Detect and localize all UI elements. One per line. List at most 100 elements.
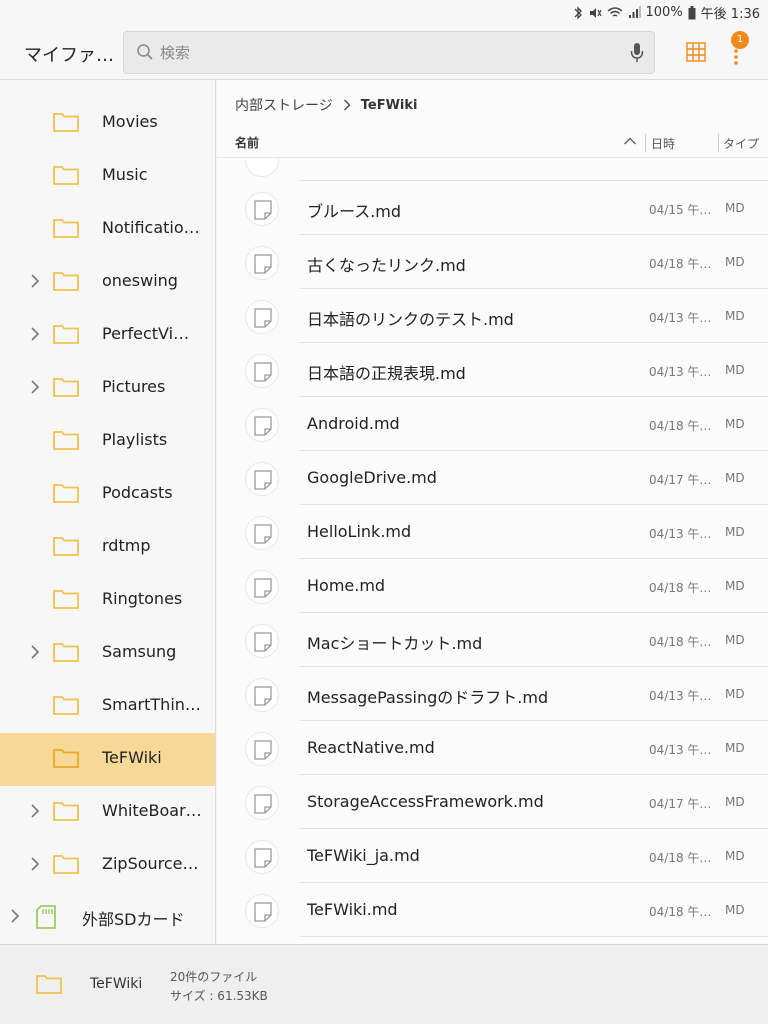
list-item[interactable]: MessagePassingのドラフト.md 04/13 午… MD — [217, 667, 768, 721]
sidebar-item-sd-card[interactable]: 外部SDカード — [0, 891, 215, 944]
column-date[interactable]: 日時 — [651, 135, 675, 152]
file-count: 20件のファイル — [170, 970, 258, 984]
column-divider — [718, 134, 719, 152]
chevron-right-icon[interactable] — [30, 326, 40, 342]
file-date: 04/13 午… — [649, 311, 712, 325]
file-name: Home.md — [307, 576, 386, 595]
folder-icon — [36, 975, 62, 994]
file-list-panel: 内部ストレージ TeFWiki 名前 日時 タイプ ブルース.md 04/15 … — [217, 80, 768, 944]
file-type: MD — [725, 417, 745, 431]
grid-view-icon[interactable] — [686, 42, 706, 62]
file-date: 04/13 午… — [649, 689, 712, 703]
file-date: 04/13 午… — [649, 527, 712, 541]
list-item[interactable]: TeFWiki.md 04/18 午… MD — [217, 883, 768, 937]
list-item[interactable]: 日本語の正規表現.md 04/13 午… MD — [217, 343, 768, 397]
sidebar-item-label: rdtmp — [102, 536, 151, 555]
folder-icon — [53, 166, 79, 185]
folder-icon — [53, 219, 79, 238]
sidebar-item-rdtmp[interactable]: rdtmp — [0, 521, 215, 574]
list-item[interactable]: ブルース.md 04/15 午… MD — [217, 181, 768, 235]
app-title[interactable]: マイファ… — [24, 41, 114, 67]
signal-icon — [628, 6, 641, 18]
column-name[interactable]: 名前 — [235, 134, 259, 151]
file-name: ReactNative.md — [307, 738, 435, 757]
column-header: 名前 日時 タイプ — [217, 128, 768, 158]
folder-icon — [53, 643, 79, 662]
list-item[interactable]: GoogleDrive.md 04/17 午… MD — [217, 451, 768, 505]
wifi-icon — [607, 7, 622, 17]
sidebar-item-smartthings[interactable]: SmartThin… — [0, 680, 215, 733]
file-type: MD — [725, 309, 745, 323]
sd-card-icon — [36, 905, 56, 929]
chevron-right-icon[interactable] — [30, 644, 40, 660]
folder-icon — [53, 272, 79, 291]
sidebar-item-oneswing[interactable]: oneswing — [0, 256, 215, 309]
list-item[interactable]: 日本語のリンクのテスト.md 04/13 午… MD — [217, 289, 768, 343]
search-box[interactable] — [123, 31, 655, 74]
sidebar-item-playlists[interactable]: Playlists — [0, 415, 215, 468]
column-type[interactable]: タイプ — [723, 135, 759, 152]
sidebar-item-tefwiki[interactable]: TeFWiki — [0, 733, 215, 786]
chevron-right-icon[interactable] — [10, 908, 20, 924]
mute-icon — [589, 7, 602, 18]
sidebar-item-podcasts[interactable]: Podcasts — [0, 468, 215, 521]
sidebar-item-movies[interactable]: Movies — [0, 97, 215, 150]
list-item[interactable]: HelloLink.md 04/13 午… MD — [217, 505, 768, 559]
folder-tree-sidebar: Movies Music Notificatio… oneswing Perfe… — [0, 80, 216, 944]
search-input[interactable] — [160, 40, 600, 66]
list-item[interactable]: Macショートカット.md 04/18 午… MD — [217, 613, 768, 667]
file-icon — [245, 354, 279, 388]
file-icon — [245, 192, 279, 226]
bottom-info-bar: TeFWiki 20件のファイル サイズ : 61.53KB — [0, 944, 768, 1024]
sidebar-item-ringtones[interactable]: Ringtones — [0, 574, 215, 627]
folder-icon — [53, 590, 79, 609]
folder-icon — [53, 802, 79, 821]
sidebar-item-music[interactable]: Music — [0, 150, 215, 203]
microphone-icon[interactable] — [630, 42, 644, 64]
sidebar-item-perfectviewer[interactable]: PerfectVi… — [0, 309, 215, 362]
sidebar-item-zipsource[interactable]: ZipSource… — [0, 839, 215, 892]
list-item[interactable]: TeFWiki_ja.md 04/18 午… MD — [217, 829, 768, 883]
list-item[interactable]: StorageAccessFramework.md 04/17 午… MD — [217, 775, 768, 829]
sidebar-item-pictures[interactable]: Pictures — [0, 362, 215, 415]
file-date: 04/13 午… — [649, 743, 712, 757]
folder-size: サイズ : 61.53KB — [170, 989, 268, 1003]
file-type: MD — [725, 741, 745, 755]
file-name: Macショートカット.md — [307, 634, 483, 653]
file-icon — [245, 786, 279, 820]
file-icon — [245, 624, 279, 658]
file-date: 04/18 午… — [649, 905, 712, 919]
list-item[interactable]: Android.md 04/18 午… MD — [217, 397, 768, 451]
chevron-right-icon[interactable] — [30, 803, 40, 819]
file-name: 日本語のリンクのテスト.md — [307, 310, 514, 329]
list-item[interactable]: Home.md 04/18 午… MD — [217, 559, 768, 613]
file-icon — [245, 894, 279, 928]
file-icon — [245, 159, 279, 177]
sidebar-item-whiteboard[interactable]: WhiteBoar… — [0, 786, 215, 839]
chevron-right-icon[interactable] — [30, 856, 40, 872]
sidebar-item-notifications[interactable]: Notificatio… — [0, 203, 215, 256]
file-name: TeFWiki.md — [307, 900, 398, 919]
file-list: ブルース.md 04/15 午… MD 古くなったリンク.md 04/18 午…… — [217, 159, 768, 944]
list-item[interactable]: ReactNative.md 04/13 午… MD — [217, 721, 768, 775]
breadcrumb-current[interactable]: TeFWiki — [361, 98, 418, 113]
file-type: MD — [725, 795, 745, 809]
breadcrumb-root[interactable]: 内部ストレージ — [235, 95, 333, 115]
file-icon — [245, 732, 279, 766]
chevron-right-icon[interactable] — [30, 273, 40, 289]
sidebar-item-label: Playlists — [102, 430, 168, 449]
list-item[interactable] — [217, 159, 768, 181]
list-item[interactable]: 古くなったリンク.md 04/18 午… MD — [217, 235, 768, 289]
file-name: Android.md — [307, 414, 400, 433]
file-type: MD — [725, 471, 745, 485]
sort-ascending-icon[interactable] — [623, 136, 637, 146]
folder-icon — [53, 484, 79, 503]
folder-icon — [53, 113, 79, 132]
chevron-right-icon[interactable] — [30, 379, 40, 395]
file-date: 04/18 午… — [649, 257, 712, 271]
sidebar-item-samsung[interactable]: Samsung — [0, 627, 215, 680]
file-type: MD — [725, 903, 745, 917]
file-type: MD — [725, 255, 745, 269]
file-type: MD — [725, 687, 745, 701]
folder-icon — [53, 431, 79, 450]
